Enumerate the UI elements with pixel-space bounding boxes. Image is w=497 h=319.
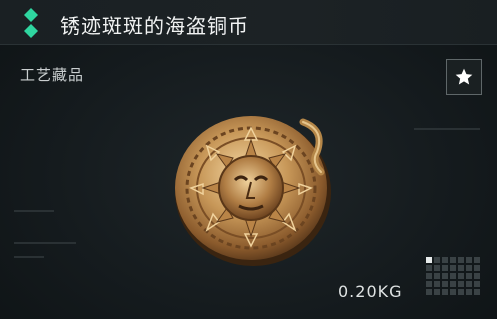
size-grid-cell (474, 273, 480, 279)
pirate-coin-image (175, 116, 331, 266)
size-grid-cell (442, 273, 448, 279)
size-grid-cell (426, 265, 432, 271)
size-grid-cell (474, 281, 480, 287)
size-grid-cell (434, 289, 440, 295)
rarity-diamond-icon (24, 8, 38, 38)
size-grid-cell (458, 257, 464, 263)
size-grid-cell (434, 265, 440, 271)
hud-decoration (14, 210, 54, 212)
inventory-size-grid (426, 257, 484, 297)
item-weight: 0.20KG (338, 282, 403, 301)
size-grid-cell (450, 257, 456, 263)
size-grid-cell (450, 273, 456, 279)
size-grid-cell (466, 273, 472, 279)
item-category: 工艺藏品 (20, 66, 85, 84)
size-grid-cell (458, 273, 464, 279)
star-icon (455, 68, 473, 85)
hud-decoration (14, 256, 44, 258)
size-grid-cell (442, 289, 448, 295)
size-grid-cell (442, 265, 448, 271)
size-grid-cell (474, 289, 480, 295)
hud-decoration (14, 242, 76, 244)
size-grid-cell (434, 257, 440, 263)
favorite-button[interactable] (446, 59, 482, 95)
item-title: 锈迹斑斑的海盗铜币 (60, 14, 249, 38)
size-grid-cell (450, 281, 456, 287)
size-grid-cell (434, 281, 440, 287)
size-grid-cell (466, 257, 472, 263)
size-grid-cell (458, 281, 464, 287)
size-grid-cell (442, 281, 448, 287)
hud-decoration (414, 128, 480, 130)
size-grid-cell (450, 289, 456, 295)
size-grid-cell (426, 281, 432, 287)
item-detail-card: 锈迹斑斑的海盗铜币 工艺藏品 0.20KG (0, 0, 497, 319)
size-grid-cell (466, 281, 472, 287)
size-grid-cell (442, 257, 448, 263)
size-grid-cell (466, 265, 472, 271)
size-grid-cell (474, 257, 480, 263)
size-grid-cell (434, 273, 440, 279)
size-grid-cell (426, 257, 432, 263)
size-grid-cell (450, 265, 456, 271)
size-grid-cell (466, 289, 472, 295)
size-grid-cell (426, 289, 432, 295)
size-grid-cell (474, 265, 480, 271)
size-grid-cell (458, 289, 464, 295)
size-grid-cell (426, 273, 432, 279)
title-bar: 锈迹斑斑的海盗铜币 (0, 0, 497, 45)
size-grid-cell (458, 265, 464, 271)
